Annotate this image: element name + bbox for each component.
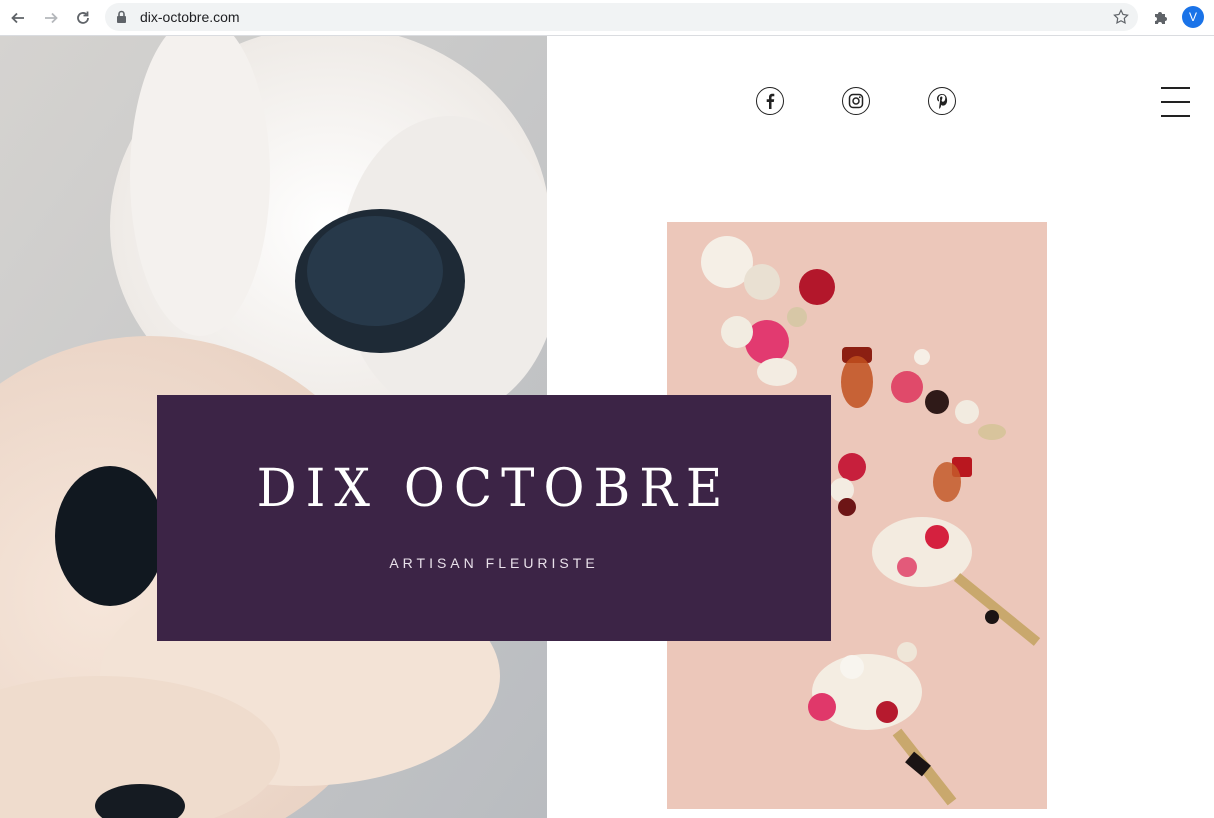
brand-subtitle: ARTISAN FLEURISTE: [389, 555, 599, 571]
star-icon[interactable]: [1112, 8, 1130, 26]
menu-button[interactable]: [1161, 87, 1191, 117]
pinterest-link[interactable]: [928, 87, 956, 115]
instagram-icon: [848, 93, 864, 109]
brand-panel: DIX OCTOBRE ARTISAN FLEURISTE: [157, 395, 831, 641]
extensions-button[interactable]: [1150, 6, 1172, 28]
reload-button[interactable]: [71, 6, 95, 30]
url-text: dix-octobre.com: [140, 9, 240, 25]
reload-icon: [77, 11, 89, 24]
profile-avatar[interactable]: V: [1182, 6, 1204, 28]
menu-line: [1161, 101, 1190, 103]
menu-line: [1161, 87, 1190, 89]
instagram-link[interactable]: [842, 87, 870, 115]
forward-button[interactable]: [39, 6, 63, 30]
facebook-icon: [766, 93, 775, 109]
brand-title: DIX OCTOBRE: [256, 457, 732, 519]
lock-icon: [117, 10, 126, 23]
pinterest-icon: [937, 94, 948, 109]
browser-toolbar: dix-octobre.com V: [0, 0, 1214, 36]
forward-arrow-icon: [45, 12, 58, 24]
back-arrow-icon: [11, 12, 24, 24]
puzzle-icon: [1155, 12, 1167, 24]
address-bar[interactable]: dix-octobre.com: [105, 3, 1138, 31]
facebook-link[interactable]: [756, 87, 784, 115]
back-button[interactable]: [6, 6, 30, 30]
menu-line: [1161, 115, 1190, 117]
